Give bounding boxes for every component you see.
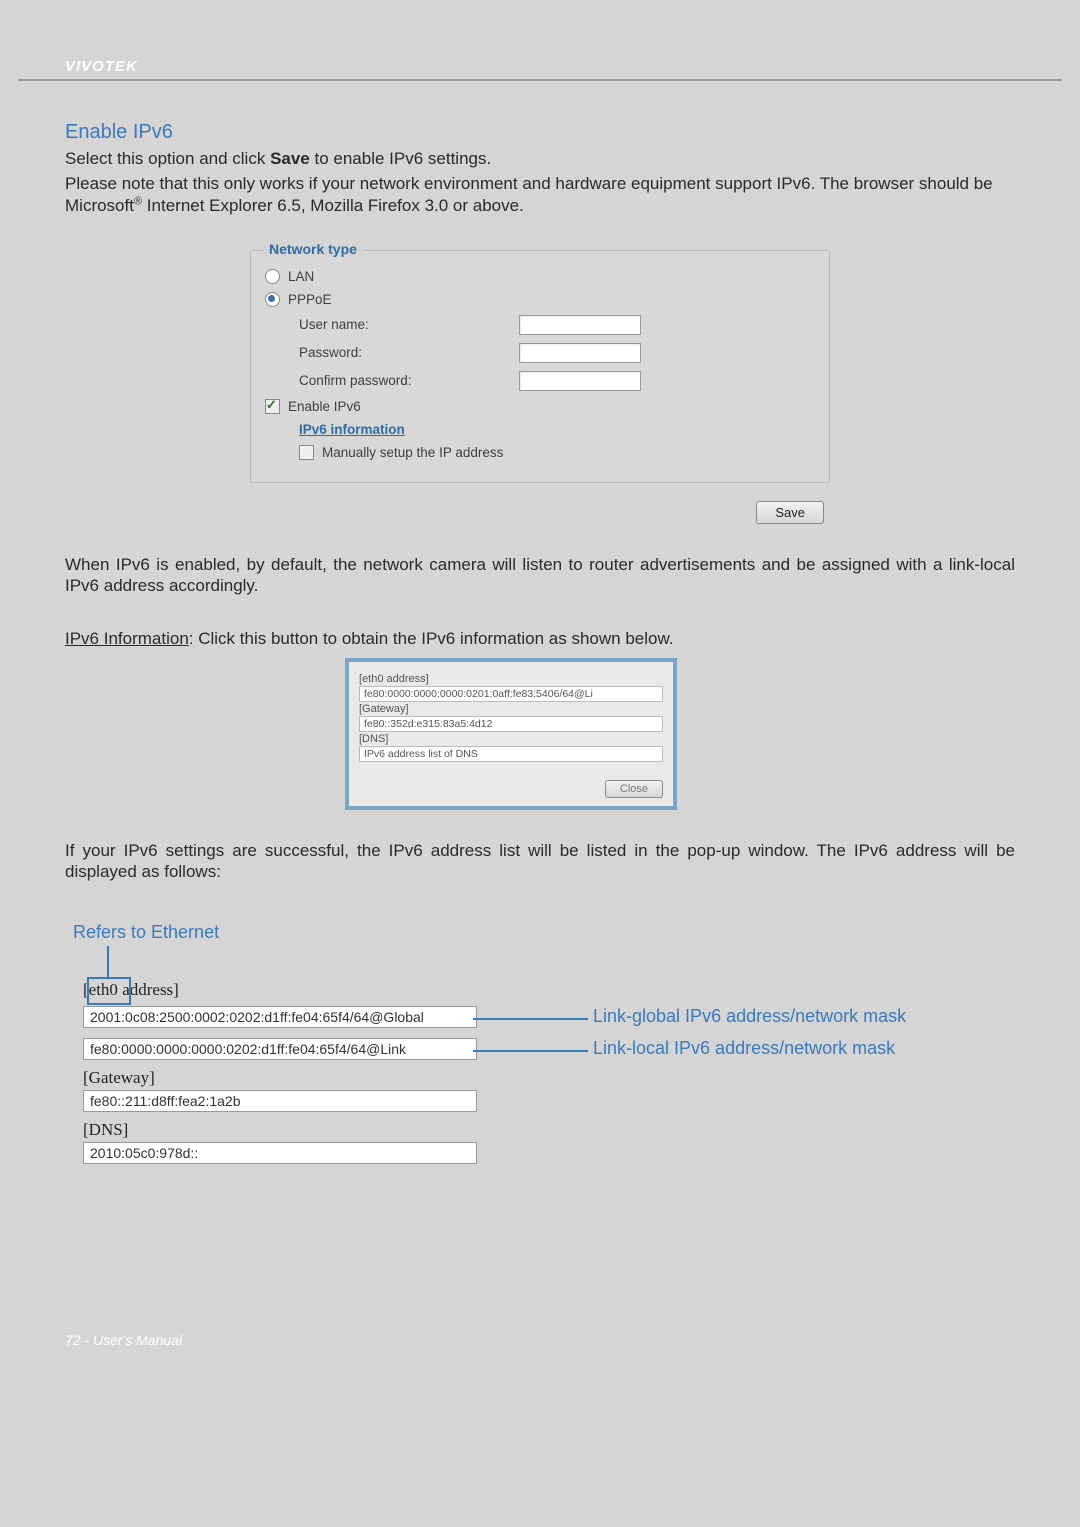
popup-dns-value: IPv6 address list of DNS (359, 746, 663, 762)
popup-gateway-label: [Gateway] (359, 703, 663, 715)
text: to enable IPv6 settings. (310, 149, 491, 168)
text: Internet Explorer 6.5, Mozilla Firefox 3… (142, 196, 524, 215)
confirm-password-label: Confirm password: (265, 373, 519, 388)
header-divider (18, 79, 1062, 81)
lan-option-row[interactable]: LAN (265, 269, 815, 284)
intro-paragraph-1: Select this option and click Save to ena… (65, 148, 1015, 169)
intro-paragraph-2: Please note that this only works if your… (65, 173, 1015, 216)
text: : Click this button to obtain the IPv6 i… (189, 629, 674, 648)
section-title: Enable IPv6 (65, 121, 1015, 144)
password-input[interactable] (519, 343, 641, 363)
enable-ipv6-row[interactable]: Enable IPv6 (265, 399, 815, 414)
registered-symbol: ® (134, 195, 142, 207)
pppoe-option-row[interactable]: PPPoE (265, 292, 815, 307)
popup-gateway-value: fe80::352d:e315:83a5:4d12 (359, 716, 663, 732)
close-button[interactable]: Close (605, 780, 663, 798)
ipv6-info-paragraph: IPv6 Information: Click this button to o… (65, 628, 1015, 649)
pppoe-label: PPPoE (288, 292, 332, 307)
ipv6-address-diagram: Refers to Ethernet [eth0 address] 2001:0… (65, 922, 1015, 1212)
after-panel-paragraph: When IPv6 is enabled, by default, the ne… (65, 554, 1015, 597)
network-type-panel: Network type LAN PPPoE User name: Passwo… (240, 244, 840, 493)
password-label: Password: (265, 345, 519, 360)
manual-ip-label: Manually setup the IP address (322, 445, 503, 460)
link-address-box: fe80:0000:0000:0000:0202:d1ff:fe04:65f4/… (83, 1038, 477, 1060)
dns-label: [DNS] (83, 1120, 128, 1140)
popup-eth-label: [eth0 address] (359, 673, 663, 685)
lan-label: LAN (288, 269, 314, 284)
global-address-note: Link-global IPv6 address/network mask (593, 1006, 906, 1027)
radio-pppoe[interactable] (265, 292, 280, 307)
diagram-connector (107, 946, 109, 978)
diagram-connector (473, 1050, 588, 1052)
eth0-highlight-box (87, 977, 131, 1005)
global-address-box: 2001:0c08:2500:0002:0202:d1ff:fe04:65f4/… (83, 1006, 477, 1028)
ipv6-info-popup: [eth0 address] fe80:0000:0000:0000:0201:… (345, 658, 677, 810)
refers-ethernet-label: Refers to Ethernet (73, 922, 219, 943)
username-label: User name: (265, 317, 519, 332)
ipv6-information-link[interactable]: IPv6 information (299, 422, 405, 437)
text: Select this option and click (65, 149, 270, 168)
brand-label: VIVOTEK (65, 58, 138, 75)
popup-dns-label: [DNS] (359, 733, 663, 745)
page-footer: 72 - User's Manual (0, 1212, 1080, 1348)
after-popup-paragraph: If your IPv6 settings are successful, th… (65, 840, 1015, 883)
enable-ipv6-label: Enable IPv6 (288, 399, 361, 414)
panel-legend: Network type (263, 241, 363, 257)
diagram-connector (473, 1018, 588, 1020)
gateway-label: [Gateway] (83, 1068, 155, 1088)
gateway-box: fe80::211:d8ff:fea2:1a2b (83, 1090, 477, 1112)
save-button[interactable]: Save (756, 501, 824, 524)
radio-lan[interactable] (265, 269, 280, 284)
confirm-password-input[interactable] (519, 371, 641, 391)
manual-ip-row[interactable]: Manually setup the IP address (265, 445, 815, 460)
ipv6-info-heading: IPv6 Information (65, 629, 189, 648)
username-input[interactable] (519, 315, 641, 335)
local-address-note: Link-local IPv6 address/network mask (593, 1038, 895, 1059)
checkbox-enable-ipv6[interactable] (265, 399, 280, 414)
save-word: Save (270, 149, 310, 168)
dns-box: 2010:05c0:978d:: (83, 1142, 477, 1164)
checkbox-manual-ip[interactable] (299, 445, 314, 460)
popup-eth-value: fe80:0000:0000:0000:0201:0aff:fe83:5406/… (359, 686, 663, 702)
